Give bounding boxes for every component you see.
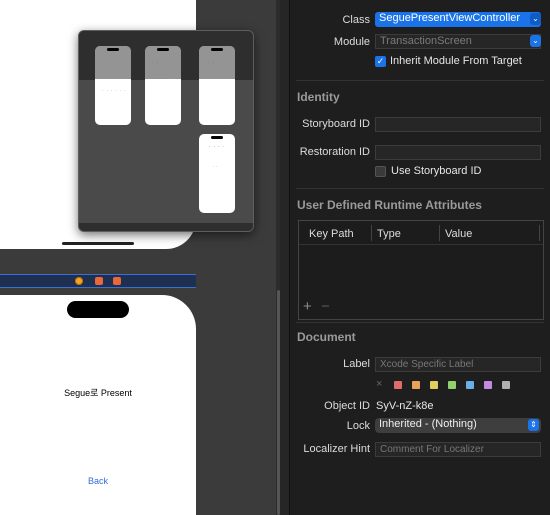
class-field[interactable]: SeguePresentViewController	[375, 12, 541, 27]
runtime-attributes-header: User Defined Runtime Attributes	[297, 198, 482, 212]
runtime-attributes-table[interactable]: Key Path Type Value	[298, 220, 544, 320]
remove-attribute-button[interactable]: −	[321, 298, 330, 315]
dynamic-island	[67, 301, 129, 318]
first-responder-icon[interactable]	[95, 277, 103, 285]
minimap-scene[interactable]: · · · · · ·	[199, 134, 235, 213]
object-id-value: SyV-nZ-k8e	[376, 400, 434, 412]
restoration-id-label: Restoration ID	[299, 146, 370, 158]
localizer-hint-field[interactable]: Comment For Localizer	[375, 442, 541, 457]
no-color-icon[interactable]: ×	[376, 378, 382, 390]
label-color-swatch[interactable]	[448, 381, 456, 389]
exit-icon[interactable]	[113, 277, 121, 285]
add-attribute-button[interactable]: +	[303, 298, 312, 315]
use-storyboard-id-label: Use Storyboard ID	[391, 165, 482, 177]
label-color-swatch[interactable]	[484, 381, 492, 389]
canvas-minimap[interactable]: · · · · · · · · · · · · · · · · · · · · …	[78, 30, 254, 232]
label-color-swatch[interactable]	[394, 381, 402, 389]
localizer-hint-label: Localizer Hint	[303, 443, 370, 455]
document-label-field[interactable]: Xcode Specific Label	[375, 357, 541, 372]
label-color-swatch[interactable]	[430, 381, 438, 389]
lock-popup[interactable]: Inherited - (Nothing)	[375, 418, 541, 433]
document-section-header: Document	[297, 330, 356, 344]
identity-section-header: Identity	[297, 90, 340, 104]
module-label: Module	[333, 36, 370, 48]
module-dropdown-button[interactable]: ⌄	[530, 35, 541, 47]
identity-inspector: Class SeguePresentViewController ⌄ Modul…	[290, 0, 550, 515]
canvas-gutter	[280, 0, 289, 515]
home-indicator	[62, 242, 134, 245]
column-header-value[interactable]: Value	[445, 228, 472, 240]
column-header-key-path[interactable]: Key Path	[309, 228, 354, 240]
minimap-scene[interactable]: · · · · · · · · ·	[145, 46, 181, 125]
storyboard-id-field[interactable]	[375, 117, 541, 132]
back-button[interactable]: Back	[0, 476, 196, 486]
module-field[interactable]: TransactionScreen	[375, 34, 541, 49]
scene-dock-bar[interactable]	[0, 274, 196, 288]
label-color-swatch[interactable]	[502, 381, 510, 389]
storyboard-canvas[interactable]: Segue로 Present Back · · · · · · · · · · …	[0, 0, 280, 515]
lock-popup-button[interactable]: ⇕	[528, 419, 539, 431]
use-storyboard-id-checkbox[interactable]	[375, 166, 386, 177]
minimap-scene[interactable]: · ·	[199, 46, 235, 125]
inherit-module-checkbox[interactable]: ✓	[375, 56, 386, 67]
scene-title-label: Segue로 Present	[64, 388, 132, 398]
lock-label: Lock	[346, 420, 370, 432]
document-label-label: Label	[343, 358, 370, 370]
column-header-type[interactable]: Type	[377, 228, 401, 240]
restoration-id-field[interactable]	[375, 145, 541, 160]
inherit-module-label: Inherit Module From Target	[390, 55, 522, 67]
class-dropdown-button[interactable]: ⌄	[530, 13, 541, 25]
view-controller-icon[interactable]	[75, 277, 83, 285]
minimap-scene[interactable]: · · · · · ·	[95, 46, 131, 125]
class-label: Class	[342, 14, 370, 26]
storyboard-id-label: Storyboard ID	[302, 118, 370, 130]
object-id-label: Object ID	[324, 400, 370, 412]
label-color-swatch[interactable]	[466, 381, 474, 389]
label-color-swatch[interactable]	[412, 381, 420, 389]
